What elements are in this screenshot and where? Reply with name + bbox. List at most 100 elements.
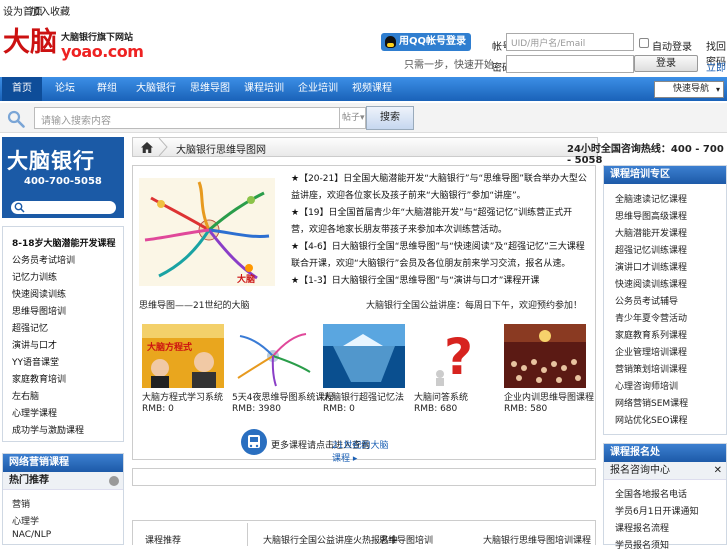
bottom-link[interactable]: 课程推荐 [145,533,181,546]
search-button[interactable]: 搜索 [366,106,414,130]
nav-item-video[interactable]: 视频课程 [348,77,396,101]
search-type-select[interactable]: 帖子▾ [340,107,366,129]
list-item[interactable]: 公务员考试培训 [12,253,75,266]
breadcrumb-current: 大脑银行思维导图网 [176,145,266,156]
list-item[interactable]: 家庭教育培训 [12,372,66,385]
news-item[interactable]: ★【4-6】日大脑银行全国“思维导图”与“快速阅读”及“超强记忆”三大课程联合开… [291,239,589,273]
list-item[interactable]: 全脑速读记忆课程 [615,192,687,205]
quick-nav-select[interactable]: 快速导航 ▾ [654,81,724,98]
column-divider [247,523,248,546]
nav-item-courses[interactable]: 课程培训 [240,77,288,101]
arrow-right-icon[interactable] [109,476,119,486]
list-item[interactable]: 心理学课程 [12,406,57,419]
bottom-link[interactable]: 大脑银行思维导图培训课程 [483,533,591,546]
list-item[interactable]: 网站优化SEO课程 [615,413,687,426]
search-icon [14,202,25,213]
right-course-box-title: 课程培训专区 [604,166,726,184]
close-icon[interactable]: ✕ [714,462,722,480]
list-item[interactable]: 营销 [12,497,30,510]
list-item[interactable]: 公务员考试辅导 [615,294,678,307]
list-item[interactable]: 成功学与激励课程 [12,423,84,436]
account-input[interactable]: UID/用户名/Email [506,33,634,51]
list-item[interactable]: 全国各地报名电话 [615,487,687,500]
list-item[interactable]: YY语音课堂 [12,355,59,368]
list-item[interactable]: 营销策划培训课程 [615,362,687,375]
news-item[interactable]: ★【1-3】日大脑银行全国“思维导图”与“演讲与口才”课程开课 [291,273,589,290]
product-name[interactable]: 大脑银行超强记忆法 [323,390,404,403]
nav-item-forum[interactable]: 论坛 [46,77,84,101]
product-name[interactable]: 大脑方程式学习系统 [142,390,223,403]
product-name[interactable]: 5天4夜思维导图系统课程 [232,390,333,403]
nav-item-groups[interactable]: 群组 [88,77,126,101]
home-icon[interactable] [141,142,153,153]
product-image[interactable] [232,324,314,388]
list-item[interactable]: 学员6月1日开课通知 [615,504,698,517]
list-item[interactable]: 青少年夏令营活动 [615,311,687,324]
product-price: RMB: 0 [142,404,174,414]
list-item[interactable]: 家庭教育系列课程 [615,328,687,341]
bus-icon [241,429,267,455]
more-courses-link[interactable]: 21世纪的大脑课程 ▸ [332,438,391,464]
search-input[interactable]: 请输入搜索内容 [34,107,340,129]
list-item[interactable]: 8-18岁大脑潜能开发课程 [12,236,116,249]
left-course-box-tab[interactable]: 热门推荐 [3,472,123,490]
auto-login-checkbox[interactable] [639,38,649,48]
bottom-link[interactable]: 思维导图培训 [379,533,433,546]
login-button[interactable]: 登录 [634,55,698,72]
news-item[interactable]: ★【19】日全国首届青少年“大脑潜能开发”与“超强记忆”训练营正式开营，欢迎各地… [291,205,589,239]
product-name[interactable]: 企业内训思维导图课程 [504,390,594,403]
list-item[interactable]: 记忆力训练 [12,270,57,283]
mindmap-caption[interactable]: 思维导图——21世纪的大脑 [139,298,249,311]
nav-item-corporate[interactable]: 企业培训 [294,77,342,101]
right-signup-box-tab[interactable]: 报名咨询中心 ✕ [604,462,726,480]
chevron-down-icon: ▾ [360,113,365,123]
list-item[interactable]: 演讲与口才 [12,338,57,351]
list-item[interactable]: 演讲口才训练课程 [615,260,687,273]
list-item[interactable]: 超强记忆 [12,321,48,334]
list-item[interactable]: NAC/NLP [12,530,51,540]
nav-item-brainbank[interactable]: 大脑银行 [132,77,180,101]
svg-text:大脑: 大脑 [237,273,255,285]
list-item[interactable]: 企业管理培训课程 [615,345,687,358]
list-item[interactable]: 思维导图培训 [12,304,66,317]
breadcrumb: 大脑银行思维导图网 [132,137,598,157]
add-favorite-link[interactable]: 加入收藏 [30,3,70,18]
more-courses[interactable]: 更多课程请点击进入查看 21世纪的大脑课程 ▸ [241,429,391,464]
nav-item-mindmap[interactable]: 思维导图 [186,77,234,101]
list-item[interactable]: 快速阅读训练课程 [615,277,687,290]
product-image[interactable]: ? [414,324,496,388]
list-item[interactable]: 超强记忆训练课程 [615,243,687,256]
brand-banner[interactable]: 大脑银行 400-700-5058 [2,137,124,218]
content-divider-strip [132,468,596,486]
list-item[interactable]: 左右脑 [12,389,39,402]
product-image[interactable]: 大脑方程式 [142,324,224,388]
news-item[interactable]: ★【20-21】日全国大脑潜能开发“大脑银行”与“思维导图”联合举办大型公益讲座… [291,171,589,205]
product-image[interactable] [504,324,586,388]
list-item[interactable]: 思维导图高级课程 [615,209,687,222]
search-type-label: 帖子 [342,113,361,123]
left-category-list: 8-18岁大脑潜能开发课程 公务员考试培训 记忆力训练 快速阅读训练 思维导图培… [2,226,124,442]
product-image[interactable] [323,324,405,388]
product-name[interactable]: 大脑问答系统 [414,390,468,403]
list-item[interactable]: 大脑潜能开发课程 [615,226,687,239]
brand-search-field[interactable] [11,201,116,214]
bottom-link-row: 课程推荐 大脑银行全国公益讲座火热报名中 思维导图培训 大脑银行思维导图培训课程 [132,520,596,546]
news-subtitle: 大脑银行全国公益讲座：每周日下午，欢迎预约参加！ [366,301,583,311]
password-input[interactable] [506,55,634,73]
list-item[interactable]: 快速阅读训练 [12,287,66,300]
list-item[interactable]: 课程报名流程 [615,521,669,534]
list-item[interactable]: 心理咨询师培训 [615,379,678,392]
mindmap-image[interactable]: 大脑 [139,178,275,286]
logo-url: yoao.com [61,42,144,61]
site-logo[interactable]: 大脑 大脑银行旗下网站 yoao.com [3,26,144,66]
hotline-text: 24小时全国咨询热线：400 - 700 - 5058 [567,144,724,166]
list-item[interactable]: 网络营销SEM课程 [615,396,688,409]
qq-login-button[interactable]: 用QQ帐号登录 [381,33,471,51]
nav-item-home[interactable]: 首页 [2,77,42,101]
bottom-link[interactable]: 大脑银行全国公益讲座火热报名中 [263,533,398,546]
product-price: RMB: 3980 [232,404,281,414]
list-item[interactable]: 心理学 [12,514,39,527]
brand-title: 大脑银行 [7,148,95,173]
qq-icon [385,36,396,48]
more-courses-link-label: 21世纪的大脑课程 [332,441,389,464]
